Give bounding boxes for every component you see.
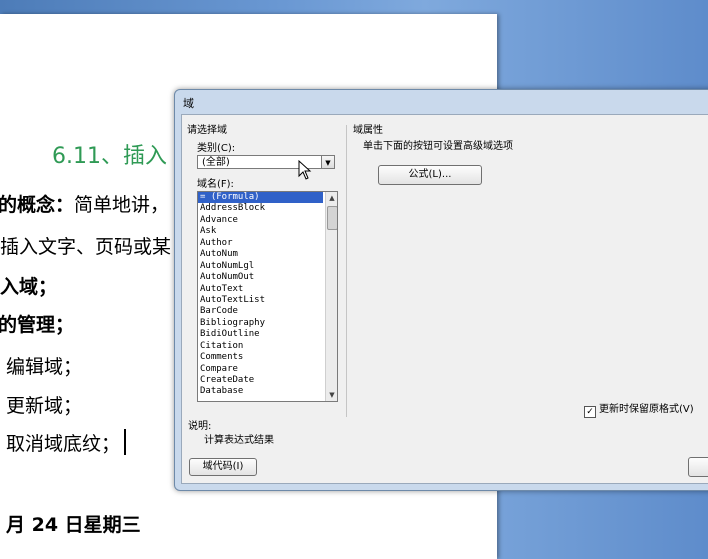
chevron-down-icon[interactable]: ▼ <box>321 155 335 169</box>
formula-button[interactable]: 公式(L)... <box>378 165 482 185</box>
mouse-pointer-icon <box>298 160 312 180</box>
scroll-thumb[interactable] <box>327 206 337 230</box>
doc-line-1: 的概念：简单地讲， <box>0 194 170 216</box>
field-list-item[interactable]: Database <box>198 386 323 397</box>
doc-line-6: 更新域； <box>6 395 83 417</box>
left-group-title: 请选择域 <box>187 125 227 136</box>
category-label: 类别(C): <box>197 143 236 154</box>
right-group-title: 域属性 <box>353 125 383 136</box>
dialog-title: 域 <box>183 97 194 110</box>
doc-line-7: 取消域底纹； <box>6 429 127 456</box>
preserve-format-checkbox[interactable]: ✓ <box>584 406 596 418</box>
field-list-item[interactable]: AutoTextList <box>198 295 323 306</box>
field-list-item[interactable]: AddressBlock <box>198 203 323 214</box>
doc-line-4: 的管理； <box>0 314 75 336</box>
field-list-item[interactable]: = (Formula) <box>198 192 323 204</box>
field-list-item[interactable]: AutoNumLgl <box>198 261 323 272</box>
description-text: 计算表达式结果 <box>204 435 274 446</box>
doc-line-5: 编辑域； <box>6 356 83 378</box>
field-list-item[interactable]: BidiOutline <box>198 329 323 340</box>
field-names-label: 域名(F): <box>197 179 234 190</box>
field-list-item[interactable]: AutoNum <box>198 249 323 260</box>
field-names-listbox[interactable]: = (Formula) AddressBlock Advance Ask Author A… <box>197 191 338 402</box>
field-list-item[interactable]: Citation <box>198 341 323 352</box>
preserve-format-option[interactable]: ✓ 更新时保留原格式(V) <box>584 400 694 418</box>
doc-date-line: 月 24 日星期三 <box>6 514 141 536</box>
field-codes-button[interactable]: 域代码(I) <box>189 458 257 476</box>
field-names-list: = (Formula) AddressBlock Advance Ask Author A… <box>198 192 323 398</box>
scroll-down-icon[interactable]: ▼ <box>326 389 337 401</box>
doc-line-3: 入域； <box>0 276 58 298</box>
dialog-body: 请选择域 类别(C): (全部) ▼ 域名(F): = (Formula) Add… <box>181 114 708 484</box>
category-value: (全部) <box>202 157 230 168</box>
doc-line-2: 插入文字、页码或某 <box>0 236 172 258</box>
field-list-item[interactable]: BarCode <box>198 306 323 317</box>
field-list-item[interactable]: AutoText <box>198 284 323 295</box>
listbox-scrollbar[interactable]: ▲ ▼ <box>325 192 337 401</box>
field-list-item[interactable]: Ask <box>198 226 323 237</box>
description-label: 说明: <box>188 421 212 432</box>
text-caret <box>124 429 127 455</box>
advanced-options-hint: 单击下面的按钮可设置高级域选项 <box>363 141 513 152</box>
field-list-item[interactable]: CreateDate <box>198 375 323 386</box>
preserve-format-label: 更新时保留原格式(V) <box>599 404 694 415</box>
category-combobox[interactable]: (全部) ▼ <box>197 155 335 169</box>
field-list-item[interactable]: AutoNumOut <box>198 272 323 283</box>
field-list-item[interactable]: Author <box>198 238 323 249</box>
scroll-up-icon[interactable]: ▲ <box>326 192 337 204</box>
group-separator <box>346 125 347 417</box>
field-list-item[interactable]: Advance <box>198 215 323 226</box>
document-heading: 6.11、插入 <box>52 144 167 169</box>
field-list-item[interactable]: Bibliography <box>198 318 323 329</box>
field-list-item[interactable]: Compare <box>198 364 323 375</box>
field-dialog[interactable]: 域 请选择域 类别(C): (全部) ▼ 域名(F): = (Formula) A… <box>174 89 708 491</box>
ok-button[interactable] <box>688 457 708 477</box>
field-list-item[interactable]: Comments <box>198 352 323 363</box>
